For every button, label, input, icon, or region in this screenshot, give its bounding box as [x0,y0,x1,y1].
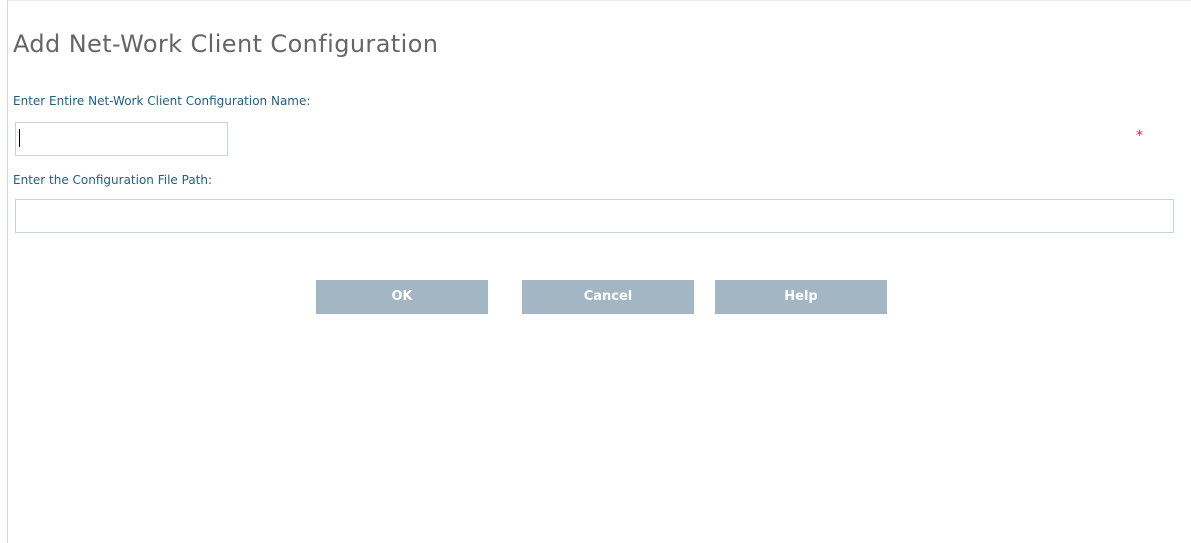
page-title: Add Net-Work Client Configuration [13,30,439,58]
page-frame [7,0,1191,543]
configuration-name-label: Enter Entire Net-Work Client Configurati… [13,94,311,108]
text-caret [19,129,20,147]
help-button[interactable]: Help [715,280,887,314]
configuration-file-path-input[interactable] [15,199,1174,233]
configuration-file-path-label: Enter the Configuration File Path: [13,173,213,187]
configuration-name-input[interactable] [15,122,228,156]
cancel-button[interactable]: Cancel [522,280,694,314]
ok-button[interactable]: OK [316,280,488,314]
required-field-marker: * [1136,128,1143,144]
